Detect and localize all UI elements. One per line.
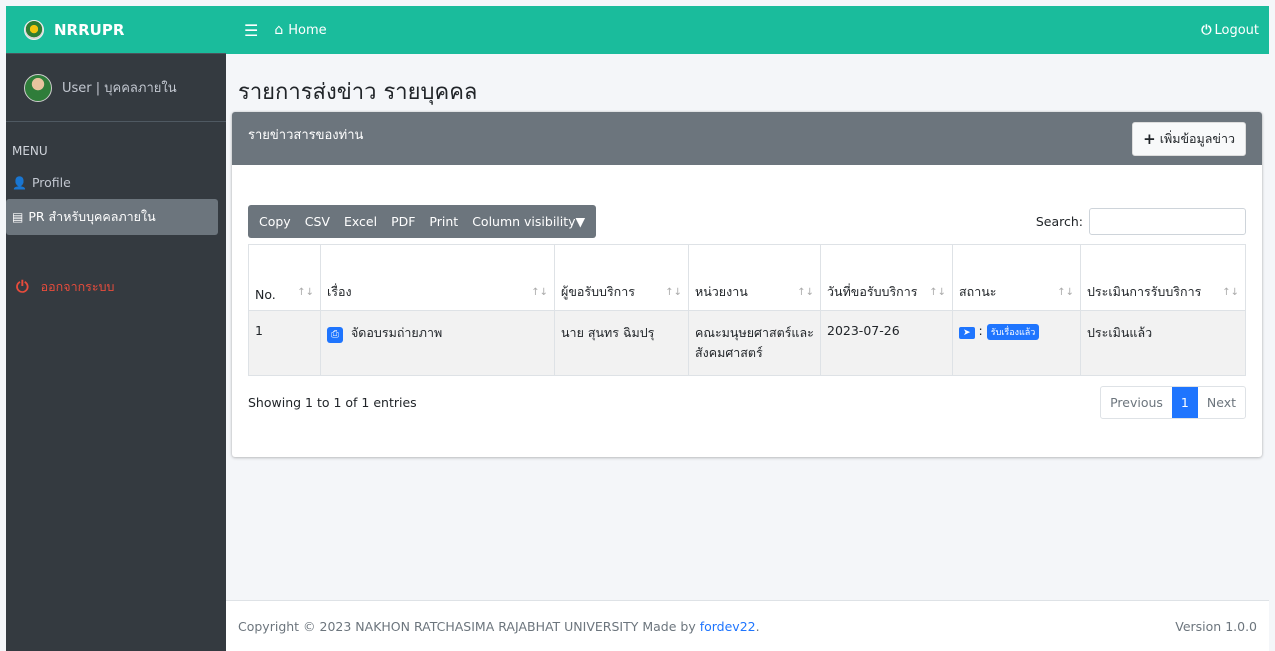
power-icon: ⏻ [16, 277, 29, 296]
export-button-group: Copy CSV Excel PDF Print Column visibili… [248, 205, 597, 238]
user-icon: 👤 [12, 175, 27, 190]
column-visibility-button[interactable]: Column visibility▼ [465, 214, 592, 229]
print-button[interactable]: Print [422, 214, 465, 229]
entries-info: Showing 1 to 1 of 1 entries [248, 395, 417, 410]
logout-label: Logout [1214, 22, 1259, 38]
home-icon: ⌂ [274, 22, 284, 38]
page-footer: Copyright © 2023 NAKHON RATCHASIMA RAJAB… [226, 600, 1269, 651]
home-link[interactable]: ⌂ Home [274, 22, 326, 38]
pdf-button[interactable]: PDF [384, 214, 422, 229]
add-news-button[interactable]: + เพิ่มข้อมูลข่าว [1132, 122, 1246, 156]
subject-text: จัดอบรมถ่ายภาพ [350, 325, 443, 340]
cell-requester: นาย สุนทร ฉิมปรุ [554, 310, 689, 376]
hamburger-menu-icon[interactable]: ☰ [244, 21, 258, 40]
sidebar-item-label: Profile [31, 175, 71, 190]
sidebar: NRRUPR User | บุคคลภายใน MENU 👤 Profile … [6, 6, 226, 651]
table-footer: Showing 1 to 1 of 1 entries Previous 1 N… [248, 386, 1246, 419]
author-link[interactable]: fordev22 [700, 619, 756, 634]
column-header-evaluation[interactable]: ประเมินการรับบริการ ↑↓ [1080, 244, 1246, 311]
topbar: ☰ ⌂ Home ⏻ Logout [226, 6, 1269, 54]
column-header-subject[interactable]: เรื่อง ↑↓ [320, 244, 555, 311]
sort-icon: ↑↓ [665, 287, 682, 298]
sort-icon: ↑↓ [297, 287, 314, 298]
card-header: รายข่าวสารของท่าน + เพิ่มข้อมูลข่าว [232, 112, 1262, 165]
column-header-date[interactable]: วันที่ขอรับบริการ ↑↓ [820, 244, 953, 311]
table-row: 1 ⎙ จัดอบรมถ่ายภาพ นาย สุนทร ฉิมปรุ คณะม… [248, 310, 1246, 376]
status-separator: : [978, 323, 983, 338]
status-badge: รับเรื่องแล้ว [986, 324, 1040, 340]
add-news-label: เพิ่มข้อมูลข่าว [1159, 131, 1235, 146]
send-icon: ➤ [959, 327, 975, 339]
sort-icon: ↑↓ [1222, 287, 1239, 298]
search-box: Search: [1036, 208, 1246, 235]
sort-icon: ↑↓ [797, 287, 814, 298]
avatar [24, 73, 52, 102]
sidebar-item-profile[interactable]: 👤 Profile [6, 168, 226, 197]
copy-button[interactable]: Copy [252, 214, 298, 229]
column-header-no[interactable]: No. ↑↓ [248, 244, 321, 311]
sort-icon: ↑↓ [1057, 287, 1074, 298]
previous-page-button[interactable]: Previous [1101, 387, 1172, 418]
sidebar-item-label: PR สำหรับบุคคลภายใน [28, 209, 156, 224]
table-icon: ▤ [12, 210, 24, 224]
version-text: Version 1.0.0 [1175, 618, 1257, 634]
university-logo-icon [24, 19, 44, 40]
sidebar-item-pr-internal[interactable]: ▤ PR สำหรับบุคคลภายใน [6, 199, 218, 235]
main-content: รายการส่งข่าว รายบุคคล รายข่าวสารของท่าน… [226, 54, 1269, 651]
cell-evaluation: ประเมินแล้ว [1080, 310, 1246, 376]
print-icon[interactable]: ⎙ [327, 327, 343, 343]
brand-name: NRRUPR [54, 20, 125, 39]
sidebar-logout-label: ออกจากระบบ [40, 279, 115, 294]
table-header-row: No. ↑↓ เรื่อง ↑↓ ผู้ขอรับบริการ ↑↓ หน่วยงาน… [248, 244, 1246, 311]
menu-header: MENU [12, 144, 48, 158]
news-table: No. ↑↓ เรื่อง ↑↓ ผู้ขอรับบริการ ↑↓ หน่วยงาน… [248, 244, 1246, 376]
card-body: Copy CSV Excel PDF Print Column visibili… [232, 165, 1262, 419]
power-icon: ⏻ [1201, 22, 1212, 38]
home-label: Home [288, 22, 327, 38]
news-card: รายข่าวสารของท่าน + เพิ่มข้อมูลข่าว Copy… [232, 112, 1262, 457]
pagination: Previous 1 Next [1100, 386, 1246, 419]
user-name: User | บุคคลภายใน [62, 81, 177, 96]
logout-link[interactable]: ⏻ Logout [1201, 23, 1259, 38]
table-toolbar: Copy CSV Excel PDF Print Column visibili… [248, 205, 1246, 238]
column-header-department[interactable]: หน่วยงาน ↑↓ [688, 244, 821, 311]
excel-button[interactable]: Excel [337, 214, 384, 229]
cell-date: 2023-07-26 [820, 310, 953, 376]
sidebar-logout[interactable]: ⏻ ออกจากระบบ [6, 237, 226, 297]
card-title: รายข่าวสารของท่าน [248, 128, 364, 143]
csv-button[interactable]: CSV [298, 214, 337, 229]
sort-icon: ↑↓ [531, 287, 548, 298]
copyright-text: Copyright © 2023 NAKHON RATCHASIMA RAJAB… [238, 618, 696, 634]
cell-no: 1 [248, 310, 321, 376]
page-1-button[interactable]: 1 [1171, 387, 1198, 418]
next-page-button[interactable]: Next [1198, 387, 1245, 418]
cell-subject[interactable]: ⎙ จัดอบรมถ่ายภาพ [320, 310, 555, 376]
column-header-requester[interactable]: ผู้ขอรับบริการ ↑↓ [554, 244, 689, 311]
user-panel[interactable]: User | บุคคลภายใน [6, 54, 226, 122]
sort-icon: ↑↓ [929, 287, 946, 298]
cell-status: ➤ : รับเรื่องแล้ว [952, 310, 1081, 376]
search-label: Search: [1035, 214, 1083, 229]
cell-department: คณะมนุษยศาสตร์และสังคมศาสตร์ [688, 310, 821, 376]
brand-link[interactable]: NRRUPR [6, 6, 226, 54]
plus-icon: + [1143, 130, 1156, 148]
column-header-status[interactable]: สถานะ ↑↓ [952, 244, 1081, 311]
page-title: รายการส่งข่าว รายบุคคล [238, 80, 478, 105]
search-input[interactable] [1089, 208, 1246, 235]
